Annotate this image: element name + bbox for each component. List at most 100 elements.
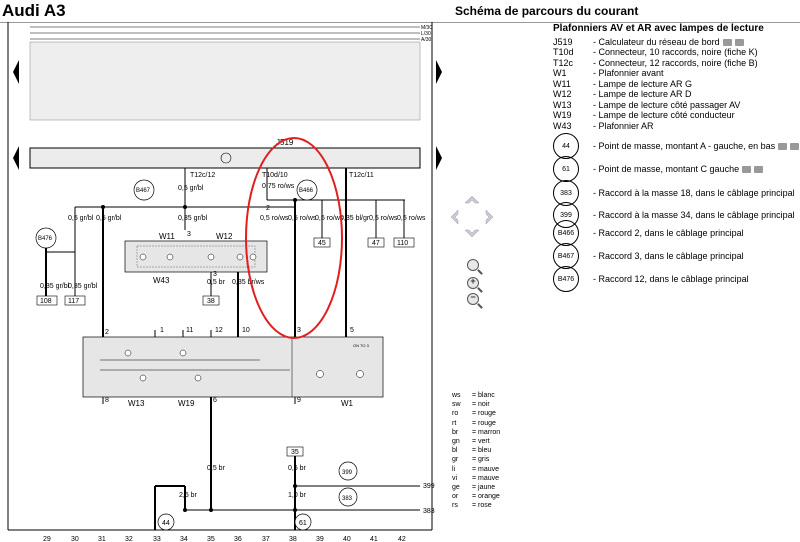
color-code-row: li = mauve (452, 465, 500, 474)
camera-icon[interactable] (790, 142, 800, 150)
w43-label: W43 (153, 276, 170, 285)
legend-desc: - Connecteur, 12 raccords, noire (fiche … (593, 57, 758, 68)
color-code-row: br = marron (452, 428, 500, 437)
camera-icon[interactable] (734, 38, 744, 46)
w1-component (82, 336, 384, 398)
zoom-out-icon[interactable] (467, 259, 479, 271)
color-abbr: sw (452, 401, 461, 409)
legend-item: W43 - Plafonnier AR (553, 121, 798, 132)
connector-t12c-11: T12c/11 (349, 172, 374, 179)
color-name: = noir (472, 401, 490, 409)
wire-spec: 0,5 ro/ws (397, 215, 426, 222)
zoom-minus-icon[interactable]: − (467, 292, 479, 305)
symbol-desc: - Point de masse, montant C gauche (593, 164, 740, 174)
legend-title: Plafonniers AV et AR avec lampes de lect… (553, 23, 764, 34)
wire-spec: 0,5 ro/ws (260, 215, 289, 222)
ref-box-label: 117 (68, 298, 79, 305)
wire-spec: 0,5 ro/ws (315, 215, 344, 222)
color-name: = rose (472, 502, 492, 510)
symbol-desc: - Raccord à la masse 18, dans le câblage… (593, 188, 795, 198)
color-code-row: gr = gris (452, 455, 500, 464)
page-left-arrow-2[interactable] (13, 146, 19, 170)
pin-number: 12 (215, 327, 223, 334)
legend-item: W19 - Lampe de lecture côté conducteur (553, 110, 798, 121)
color-name: = marron (472, 428, 501, 436)
color-code-row: ws = blanc (452, 391, 500, 400)
connector-t10d-10: T10d/10 (262, 172, 288, 179)
color-name: = bleu (472, 447, 492, 455)
color-code-row: ro = rouge (452, 409, 500, 418)
position-number: 29 (43, 536, 51, 542)
position-number: 38 (289, 536, 297, 542)
wire-spec: 0,5 br (207, 279, 226, 286)
camera-icon[interactable] (722, 38, 732, 46)
color-abbr: br (452, 428, 459, 436)
camera-icon[interactable] (778, 142, 788, 150)
ground-label: 44 (162, 520, 170, 527)
legend-code: T10d (553, 47, 574, 57)
ref-box-label: 108 (40, 298, 52, 305)
legend-desc: - Calculateur du réseau de bord (593, 36, 720, 47)
zoom-in-icon[interactable]: + (467, 276, 479, 289)
pin-number: 5 (350, 327, 354, 334)
side-label: 399 (423, 483, 435, 490)
pin-number: 1 (160, 327, 164, 334)
position-number: 34 (180, 536, 188, 542)
j519-unit (29, 147, 421, 169)
legend-item: W11 - Lampe de lecture AR G (553, 79, 798, 90)
color-name: = orange (472, 493, 500, 501)
side-label: 383 (423, 508, 435, 515)
pin-number: 11 (186, 327, 193, 334)
legend: Plafonniers AV et AR avec lampes de lect… (553, 23, 798, 132)
position-number: 39 (316, 536, 324, 542)
nav-right-arrow[interactable] (485, 209, 494, 225)
nav-up-arrow[interactable] (464, 195, 480, 204)
camera-icon[interactable] (742, 165, 752, 173)
bus-label-a30: A/30 (421, 37, 432, 43)
symbol-desc: - Point de masse, montant A - gauche, en… (593, 141, 776, 151)
nav-down-arrow[interactable] (464, 229, 480, 238)
position-number: 37 (262, 536, 270, 542)
connector-t12c-12: T12c/12 (190, 172, 215, 179)
color-name: = rouge (472, 410, 496, 418)
page-right-arrow[interactable] (436, 60, 442, 84)
color-name: = gris (472, 456, 490, 464)
color-abbr: or (452, 493, 459, 501)
junction-b466-label: B466 (299, 188, 314, 194)
wire-spec: 0,5 ro/ws (288, 215, 317, 222)
wire-spec: 1,0 br (288, 492, 307, 499)
ground-label: 61 (299, 520, 307, 527)
wire-spec: 0,5 gr/bl (68, 215, 94, 222)
wire-spec: 0,35 gr/bl (40, 283, 70, 290)
ref-box-label: 45 (318, 240, 326, 247)
page-left-arrow[interactable] (13, 60, 19, 84)
wire-spec: 0,5 gr/bl (96, 215, 122, 222)
page-right-arrow-2[interactable] (436, 146, 442, 170)
legend-code: J519 (553, 36, 573, 47)
ref-box-label: 47 (372, 240, 380, 247)
ref-box-label: 110 (397, 240, 408, 247)
legend-symbol-row: B476 - Raccord 12, dans le câblage princi… (553, 266, 749, 292)
color-code-row: ge = jaune (452, 483, 500, 492)
legend-desc: - Plafonnier avant (593, 68, 664, 78)
pin-number: 3 (213, 271, 217, 278)
color-abbr: ws (452, 392, 461, 399)
pin-number: 9 (297, 397, 301, 404)
junction-b467-label: B467 (136, 188, 151, 194)
w19-label: W19 (178, 399, 195, 408)
color-name: = blanc (472, 392, 495, 399)
pin-number: 8 (105, 397, 109, 404)
w11-label: W11 (159, 232, 175, 241)
color-code-row: or = orange (452, 492, 500, 501)
nav-left-arrow[interactable] (450, 209, 459, 225)
legend-code: W11 (553, 78, 571, 89)
color-abbr: rs (452, 502, 458, 510)
legend-code: W19 (553, 110, 572, 120)
wire-spec: 0,35 bl/gr (340, 215, 370, 222)
camera-icon[interactable] (754, 165, 764, 173)
internal-label: ON TO 3 (353, 343, 370, 348)
wire-spec: 0,35 br/ws (232, 279, 265, 286)
ref-box-label: 38 (207, 298, 215, 305)
nav-pad[interactable] (450, 195, 494, 238)
wire-spec: 0,5 br (288, 465, 307, 472)
